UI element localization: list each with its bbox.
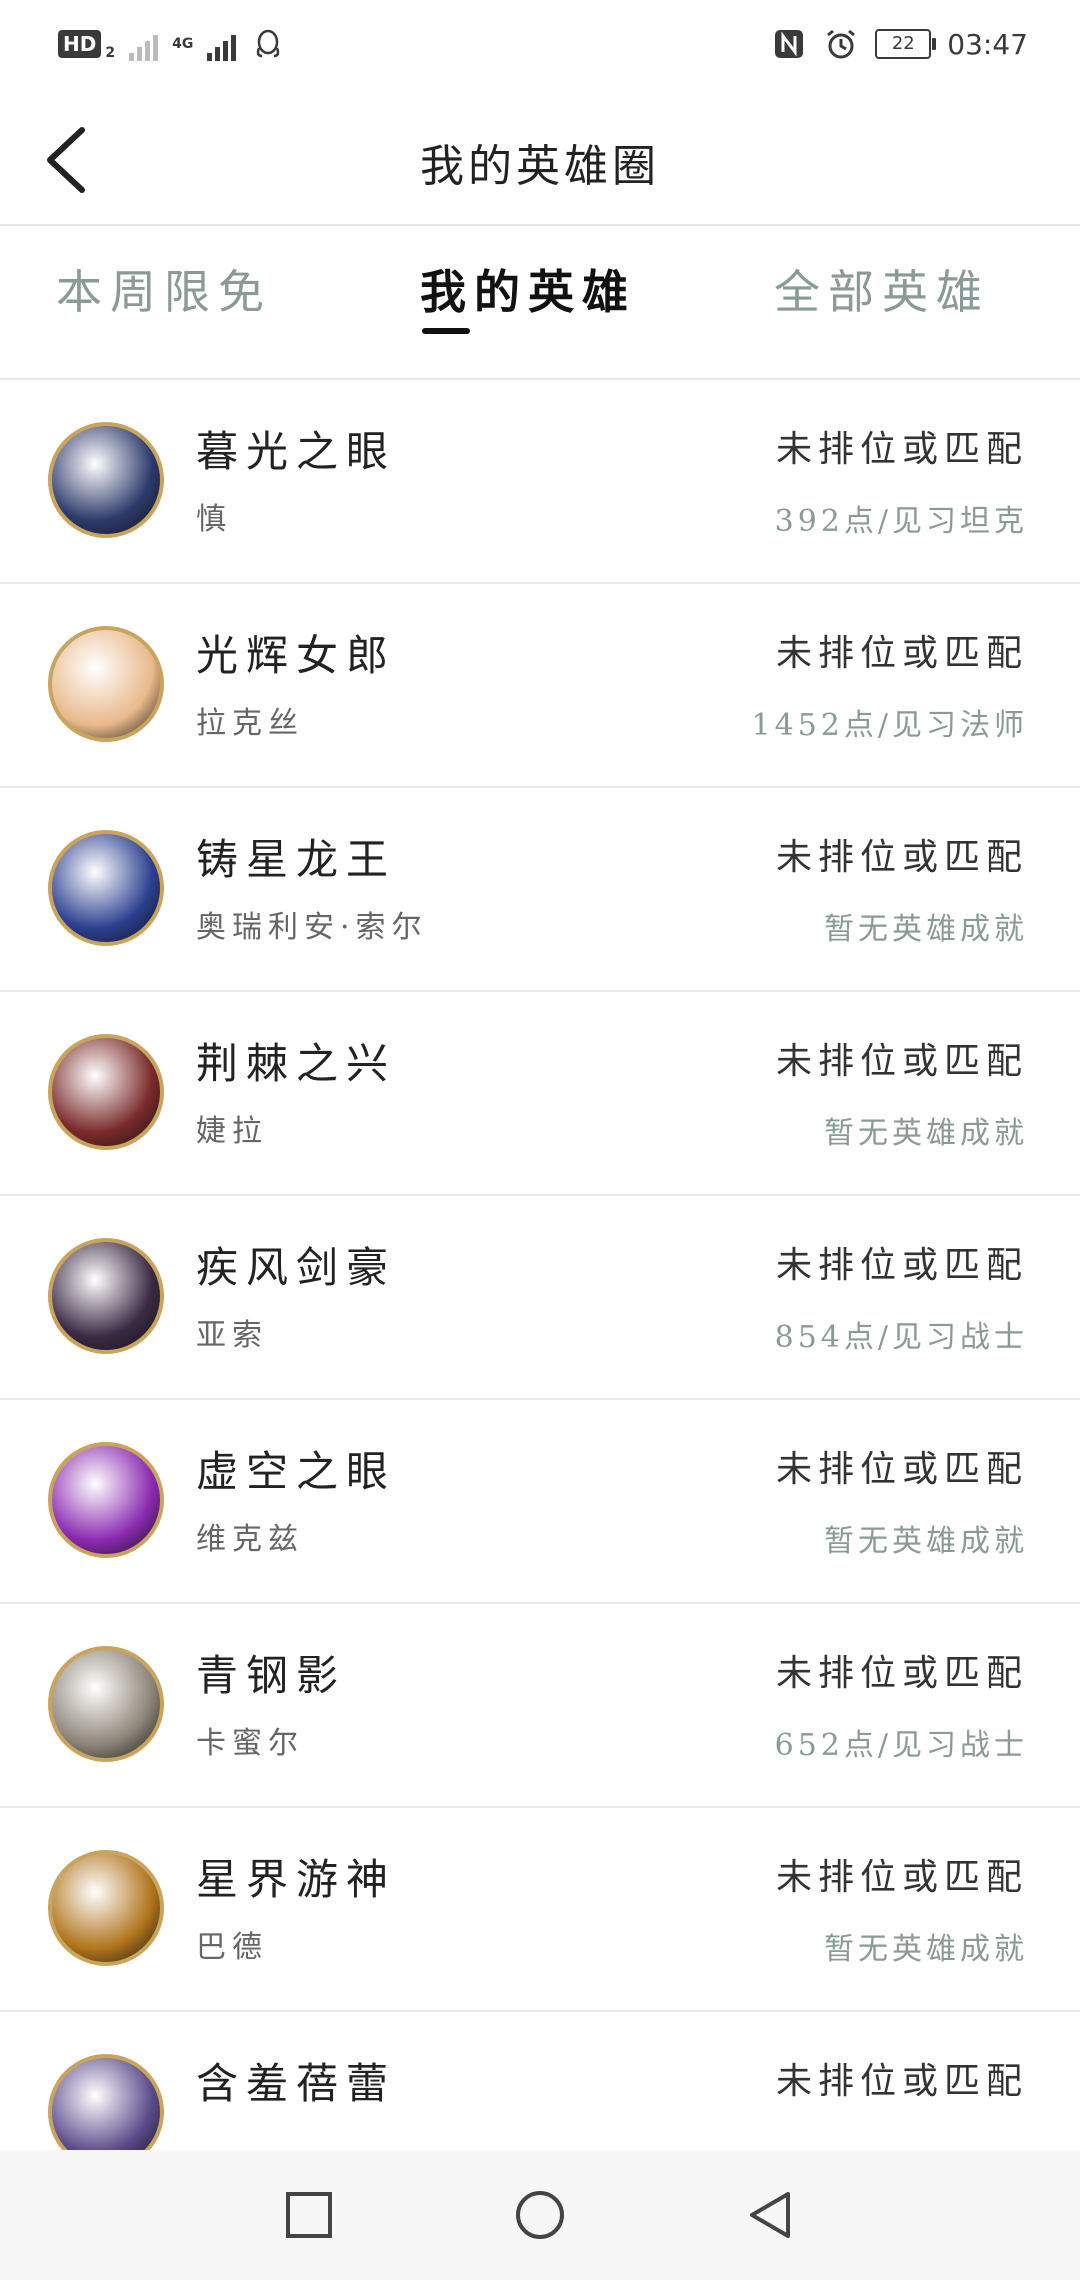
hero-title: 星界游神: [196, 1855, 397, 1904]
hero-name: 亚索: [196, 1318, 268, 1353]
page-title: 我的英雄圈: [420, 141, 660, 192]
nfc-icon: [775, 30, 804, 58]
hero-list[interactable]: 暮光之眼 慎 未排位或匹配 392点/见习坦克 光辉女郎 拉克丝 未排位或匹配 …: [0, 380, 1080, 2150]
square-icon[interactable]: [282, 2188, 336, 2242]
list-item[interactable]: 暮光之眼 慎 未排位或匹配 392点/见习坦克: [0, 380, 1080, 584]
list-item[interactable]: 疾风剑豪 亚索 未排位或匹配 854点/见习战士: [0, 1196, 1080, 1400]
signal-icon-sim2: [207, 27, 237, 61]
hero-avatar: [48, 2054, 164, 2150]
tab-weekly-free[interactable]: 本周限免: [56, 256, 272, 322]
hero-title: 疾风剑豪: [196, 1243, 397, 1292]
battery-icon: 22: [875, 29, 937, 59]
rank-status: 未排位或匹配: [775, 633, 1028, 674]
mastery-info: 暂无英雄成就: [824, 1932, 1028, 1967]
hero-title: 光辉女郎: [196, 631, 397, 680]
hd-badge: HD: [58, 30, 102, 58]
tab-my-heroes[interactable]: 我的英雄: [420, 256, 636, 322]
rank-status: 未排位或匹配: [775, 2061, 1028, 2102]
hero-avatar: [48, 626, 164, 742]
rank-status: 未排位或匹配: [775, 1857, 1028, 1898]
list-item[interactable]: 虚空之眼 维克兹 未排位或匹配 暂无英雄成就: [0, 1400, 1080, 1604]
list-item[interactable]: 铸星龙王 奥瑞利安·索尔 未排位或匹配 暂无英雄成就: [0, 788, 1080, 992]
hero-avatar: [48, 1034, 164, 1150]
list-item[interactable]: 光辉女郎 拉克丝 未排位或匹配 1452点/见习法师: [0, 584, 1080, 788]
hero-title: 铸星龙王: [196, 835, 397, 884]
list-item[interactable]: 含羞蓓蕾 未排位或匹配: [0, 2012, 1080, 2150]
status-left: HD 2 4G: [58, 26, 286, 62]
hero-avatar: [48, 1850, 164, 1966]
app-header: 我的英雄圈: [0, 92, 1080, 226]
signal-icon-sim1: [129, 27, 159, 61]
tab-indicator: [422, 328, 470, 334]
rank-status: 未排位或匹配: [775, 1449, 1028, 1490]
hero-title: 含羞蓓蕾: [196, 2059, 397, 2108]
mastery-info: 392点/见习坦克: [774, 504, 1028, 539]
status-right: 22 03:47: [771, 26, 1028, 62]
hero-name: 婕拉: [196, 1114, 268, 1149]
mastery-info: 暂无英雄成就: [824, 1524, 1028, 1559]
tab-bar: 本周限免 我的英雄 全部英雄: [0, 226, 1080, 380]
network-type: 4G: [172, 35, 194, 52]
rank-status: 未排位或匹配: [775, 429, 1028, 470]
hero-title: 虚空之眼: [196, 1447, 397, 1496]
mastery-info: 854点/见习战士: [774, 1320, 1028, 1355]
hero-title: 暮光之眼: [196, 427, 397, 476]
circle-icon[interactable]: [513, 2188, 567, 2242]
rank-status: 未排位或匹配: [775, 1041, 1028, 1082]
alarm-icon: [827, 29, 856, 59]
hero-avatar: [48, 830, 164, 946]
list-item[interactable]: 荆棘之兴 婕拉 未排位或匹配 暂无英雄成就: [0, 992, 1080, 1196]
qq-icon: [257, 29, 280, 58]
mastery-info: 652点/见习战士: [774, 1728, 1028, 1763]
list-item[interactable]: 星界游神 巴德 未排位或匹配 暂无英雄成就: [0, 1808, 1080, 2012]
hero-avatar: [48, 422, 164, 538]
hero-name: 奥瑞利安·索尔: [196, 910, 428, 945]
mastery-info: 1452点/见习法师: [751, 708, 1028, 743]
tab-all-heroes[interactable]: 全部英雄: [774, 256, 990, 322]
hero-name: 慎: [196, 502, 232, 537]
hero-title: 青钢影: [196, 1651, 347, 1700]
hero-avatar: [48, 1238, 164, 1354]
list-item[interactable]: 青钢影 卡蜜尔 未排位或匹配 652点/见习战士: [0, 1604, 1080, 1808]
rank-status: 未排位或匹配: [775, 1245, 1028, 1286]
system-nav-bar: [0, 2150, 1080, 2280]
sim-index: 2: [105, 45, 116, 61]
rank-status: 未排位或匹配: [775, 837, 1028, 878]
hero-title: 荆棘之兴: [196, 1039, 397, 1088]
mastery-info: 暂无英雄成就: [824, 912, 1028, 947]
hero-avatar: [48, 1646, 164, 1762]
status-bar: HD 2 4G 22 03:47: [0, 0, 1080, 92]
clock: 03:47: [947, 27, 1028, 61]
hero-name: 卡蜜尔: [196, 1726, 304, 1761]
hero-avatar: [48, 1442, 164, 1558]
rank-status: 未排位或匹配: [775, 1653, 1028, 1694]
hero-name: 拉克丝: [196, 706, 304, 741]
hero-name: 巴德: [196, 1930, 268, 1965]
hero-name: 维克兹: [196, 1522, 304, 1557]
mastery-info: 暂无英雄成就: [824, 1116, 1028, 1151]
triangle-back-icon[interactable]: [744, 2188, 798, 2242]
